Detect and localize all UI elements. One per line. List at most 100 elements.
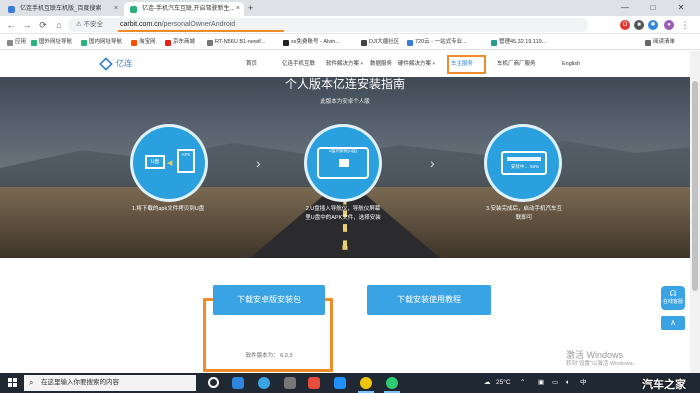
tray-app-icon[interactable]: ▣ xyxy=(538,373,544,393)
wechat-taskbar-icon[interactable] xyxy=(384,377,400,393)
network-icon[interactable]: ▭ xyxy=(552,373,558,393)
tab-close-icon[interactable]: × xyxy=(114,2,118,16)
progress-label: 安装中… 50% xyxy=(510,164,540,169)
browser-tab-strip: 亿连手机互联车机版_百度搜索 × 亿连-手机汽车互联,开启驾驶新生... × +… xyxy=(0,0,700,16)
bookmark-item[interactable]: 淘宝网 xyxy=(130,35,156,50)
reload-icon[interactable]: ⟳ xyxy=(36,18,50,32)
progress-bar xyxy=(507,157,541,161)
taskbar-app-icon[interactable] xyxy=(308,377,320,389)
taskbar-app-icon[interactable] xyxy=(284,377,296,389)
download-section: 下载安卓版安装包 下载安装使用教程 软件版本为： 6.3.3 ☊ 在线客服 ∧ 激… xyxy=(0,258,690,373)
nav-oem-service[interactable]: 车机厂商厂服务 xyxy=(497,51,536,77)
nav-phone-link[interactable]: 亿连手机互联 xyxy=(282,51,315,77)
weather-icon[interactable]: ☁ xyxy=(484,373,491,393)
temperature-label[interactable]: 25°C xyxy=(496,373,511,393)
nav-data[interactable]: 数据服务 xyxy=(370,51,392,77)
windows-start-icon[interactable] xyxy=(8,378,18,388)
install-chip: U盘内安装(U盘) xyxy=(328,148,358,153)
nav-software[interactable]: 软件解决方案 ▾ xyxy=(326,51,363,77)
site-logo[interactable]: 亿连 xyxy=(99,57,132,71)
browser-tab-baidu[interactable]: 亿连手机互联车机版_百度搜索 × xyxy=(2,2,122,16)
step-3-caption: 3.安装完成后，启动手机汽车互 联即可 xyxy=(485,206,563,221)
chrome-taskbar-icon[interactable] xyxy=(358,377,374,393)
nav-hardware[interactable]: 硬件解决方案 ▾ xyxy=(398,51,435,77)
bookmark-favicon-icon xyxy=(165,40,171,46)
browser-tab-carbit[interactable]: 亿连-手机汽车互联,开启驾驶新生... × xyxy=(124,2,244,16)
reading-list-icon xyxy=(645,40,651,46)
download-android-package-button[interactable]: 下载安卓版安装包 xyxy=(213,285,325,315)
minimize-button[interactable]: — xyxy=(614,0,636,16)
bookmark-favicon-icon xyxy=(31,40,37,46)
nav-english[interactable]: English xyxy=(562,51,580,77)
bookmark-item[interactable]: 国内网址导航 xyxy=(80,35,122,50)
tray-chevron-up-icon[interactable]: ⌃ xyxy=(520,373,525,393)
online-service-button[interactable]: ☊ 在线客服 xyxy=(661,286,685,310)
step-2-install-icon: U盘内安装(U盘) xyxy=(304,124,382,202)
github-icon xyxy=(283,40,289,46)
activate-windows-watermark: 激活 Windows 转到"设置"以激活 Windows。 xyxy=(566,350,638,367)
page-scrollbar[interactable] xyxy=(690,51,700,373)
bookmark-item[interactable]: 国外网址导航 xyxy=(30,35,72,50)
browser-toolbar: ← → ⟳ ⌂ ⚠ 不安全 carbit.com.cn/personalOwne… xyxy=(0,16,700,34)
download-tutorial-button[interactable]: 下载安装使用教程 xyxy=(367,285,491,315)
back-to-top-button[interactable]: ∧ xyxy=(661,316,685,330)
new-tab-button[interactable]: + xyxy=(248,2,253,15)
bookmark-favicon-icon xyxy=(491,40,497,46)
url-highlight-underline xyxy=(118,30,284,32)
watermark-logo: 汽车之家 xyxy=(642,379,686,391)
usb-chip: U盘 xyxy=(145,155,165,169)
hero-title: 个人版本亿连安装指南 xyxy=(284,77,405,91)
ime-indicator[interactable]: 中 xyxy=(580,373,587,393)
menu-kebab-icon[interactable]: ⋮ xyxy=(680,20,690,30)
windows-taskbar: ⌕ 在这里输入你要搜索的内容 ☁ 25°C ⌃ ▣ ▭ 🔈︎ 中 xyxy=(0,373,700,393)
tab-close-icon[interactable]: × xyxy=(236,2,240,16)
apps-grid-icon xyxy=(7,40,13,46)
step-2-caption: 2.U盘插入导航仪，导航仪屏幕 里U盘中的APK文件，选择安装 xyxy=(305,206,381,221)
bookmark-favicon-icon xyxy=(361,40,367,46)
taskbar-search-input[interactable]: ⌕ 在这里输入你要搜索的内容 xyxy=(24,375,196,391)
home-icon[interactable]: ⌂ xyxy=(52,18,66,32)
chevron-right-icon: › xyxy=(256,155,261,171)
not-secure-label[interactable]: ⚠ 不安全 xyxy=(76,18,103,32)
forward-arrow-icon[interactable]: → xyxy=(20,18,34,32)
baidu-favicon-icon xyxy=(8,6,15,13)
url-path: /personalOwnerAndroid xyxy=(161,21,236,28)
taskbar-app-icon[interactable] xyxy=(258,377,270,389)
bookmark-apps[interactable]: 应用 xyxy=(6,35,26,50)
profile-avatar-icon[interactable]: ● xyxy=(664,20,674,30)
extension-opera-icon[interactable]: O xyxy=(620,20,630,30)
scrollbar-thumb[interactable] xyxy=(692,81,698,291)
chevron-down-icon: ▾ xyxy=(360,61,364,67)
bookmark-item[interactable]: 管理45.32.19.119... xyxy=(490,35,546,50)
task-view-icon[interactable] xyxy=(208,377,219,388)
bookmark-favicon-icon xyxy=(207,40,213,46)
chevron-right-icon: › xyxy=(430,155,435,171)
volume-icon[interactable]: 🔈︎ xyxy=(566,373,570,393)
close-window-button[interactable]: ✕ xyxy=(670,0,692,16)
back-arrow-icon[interactable]: ← xyxy=(4,18,18,32)
bookmark-item[interactable]: RT-N56U B1-newif... xyxy=(206,35,265,50)
headset-icon: ☊ xyxy=(669,289,677,298)
extension-icon[interactable]: ■ xyxy=(634,20,644,30)
bookmarks-bar: 应用 国外网址导航 国内网址导航 淘宝网 京东商城 RT-N56U B1-new… xyxy=(0,35,700,50)
bookmark-item[interactable]: DJI大疆社区 xyxy=(360,35,399,50)
chevron-down-icon: ▾ xyxy=(432,61,436,67)
step-3-progress-icon: 安装中… 50% xyxy=(484,124,562,202)
step-1-caption: 1.将下载的apk文件拷贝到U盘 xyxy=(131,206,205,212)
taskbar-app-icon[interactable] xyxy=(232,377,244,389)
bookmark-item[interactable]: 720云 - 一站式专业... xyxy=(406,35,467,50)
reading-list[interactable]: 阅读清单 xyxy=(644,35,675,50)
software-version: 软件版本为： 6.3.3 xyxy=(245,353,293,359)
extension-puzzle-icon[interactable]: ✱ xyxy=(648,20,658,30)
bookmark-item[interactable]: ss免费账号 - Alvin... xyxy=(282,35,340,50)
maximize-button[interactable]: □ xyxy=(642,0,664,16)
bookmark-item[interactable]: 京东商城 xyxy=(164,35,195,50)
bookmark-favicon-icon xyxy=(407,40,413,46)
bookmark-favicon-icon xyxy=(131,40,137,46)
tab-title: 亿连手机互联车机版_百度搜索 xyxy=(20,6,102,12)
car-icon xyxy=(339,159,349,167)
search-icon: ⌕ xyxy=(29,378,34,387)
taskbar-app-icon[interactable] xyxy=(334,377,346,389)
nav-home[interactable]: 首页 xyxy=(246,51,257,77)
site-header: 亿连 首页 亿连手机互联 软件解决方案 ▾ 数据服务 硬件解决方案 ▾ 车主服务… xyxy=(0,51,690,77)
